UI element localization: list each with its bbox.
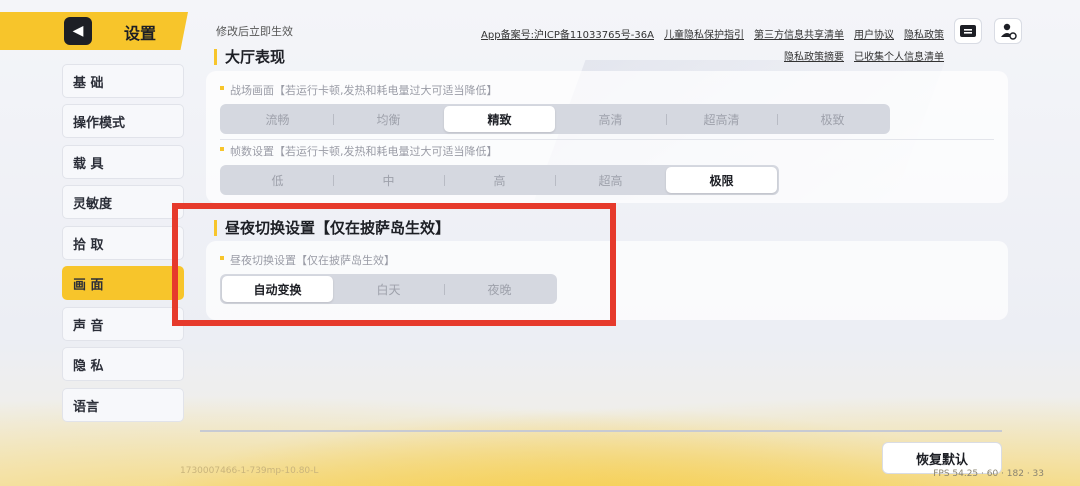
privacy-policy-link[interactable]: 隐私政策 (904, 26, 944, 41)
sidebar-item-privacy[interactable]: 隐 私 (62, 347, 184, 381)
sidebar-item-graphics[interactable]: 画 面 (62, 266, 184, 300)
sidebar-item-label: 拾 取 (73, 237, 104, 253)
apply-hint: 修改后立即生效 (216, 25, 293, 38)
fps-option-ultra[interactable]: 超高 (555, 167, 666, 193)
horizontal-scrollbar[interactable] (200, 430, 1002, 432)
fps-option-extreme[interactable]: 极限 (666, 167, 777, 193)
profile-settings-button[interactable] (994, 18, 1022, 44)
settings-header: ◀ 设置 (0, 12, 188, 50)
build-info: 1730007466-1-739mp-10.80-L (180, 466, 319, 476)
legal-links-row2: 隐私政策摘要 已收集个人信息清单 (784, 48, 944, 63)
sidebar-item-label: 隐 私 (73, 358, 104, 374)
lobby-section-title: 大厅表现 (214, 49, 285, 65)
fps-setting-label: 帧数设置【若运行卡顿,发热和耗电量过大可适当降低】 (220, 143, 498, 159)
sidebar-item-vehicle[interactable]: 载 具 (62, 145, 184, 179)
icp-link[interactable]: App备案号:沪ICP备11033765号-36A (481, 26, 654, 41)
battle-option-hd[interactable]: 高清 (555, 106, 666, 132)
collected-info-link[interactable]: 已收集个人信息清单 (854, 48, 944, 63)
battle-option-uhd[interactable]: 超高清 (666, 106, 777, 132)
sidebar-item-language[interactable]: 语言 (62, 388, 184, 422)
fps-readout: FPS 54.25 · 60 · 182 · 33 (933, 469, 1044, 479)
sidebar-item-label: 灵敏度 (73, 196, 113, 212)
sidebar-item-label: 载 具 (73, 156, 104, 172)
sidebar-item-label: 画 面 (73, 277, 104, 293)
fps-option-high[interactable]: 高 (444, 167, 555, 193)
battle-quality-selector: 流畅 均衡 精致 高清 超高清 极致 (220, 104, 890, 134)
sidebar-item-control-mode[interactable]: 操作模式 (62, 104, 184, 138)
sidebar-item-label: 语言 (73, 399, 100, 415)
panel-divider (220, 139, 994, 140)
battle-option-refined[interactable]: 精致 (444, 106, 555, 132)
sidebar-item-label: 基 础 (73, 75, 104, 91)
fps-option-low[interactable]: 低 (222, 167, 333, 193)
child-privacy-link[interactable]: 儿童隐私保护指引 (664, 26, 744, 41)
privacy-summary-link[interactable]: 隐私政策摘要 (784, 48, 844, 63)
sidebar-item-basic[interactable]: 基 础 (62, 64, 184, 98)
ticket-button[interactable] (954, 18, 982, 44)
sidebar-item-sound[interactable]: 声 音 (62, 307, 184, 341)
page-title: 设置 (124, 24, 157, 43)
sidebar-item-sensitivity[interactable]: 灵敏度 (62, 185, 184, 219)
profile-settings-icon (1001, 23, 1017, 40)
user-agreement-link[interactable]: 用户协议 (854, 26, 894, 41)
legal-links-row1: App备案号:沪ICP备11033765号-36A 儿童隐私保护指引 第三方信息… (481, 26, 944, 41)
battle-quality-label: 战场画面【若运行卡顿,发热和耗电量过大可适当降低】 (220, 82, 498, 98)
back-button[interactable]: ◀ (64, 17, 92, 45)
fps-option-medium[interactable]: 中 (333, 167, 444, 193)
sidebar-item-label: 操作模式 (73, 115, 126, 131)
ticket-icon (960, 25, 976, 37)
sidebar-item-pickup[interactable]: 拾 取 (62, 226, 184, 260)
battle-option-ultimate[interactable]: 极致 (777, 106, 888, 132)
highlight-annotation-box (172, 203, 616, 326)
battle-option-smooth[interactable]: 流畅 (222, 106, 333, 132)
sidebar-item-label: 声 音 (73, 318, 104, 334)
back-arrow-icon: ◀ (72, 23, 84, 39)
fps-selector: 低 中 高 超高 极限 (220, 165, 779, 195)
third-party-link[interactable]: 第三方信息共享清单 (754, 26, 844, 41)
battle-option-balanced[interactable]: 均衡 (333, 106, 444, 132)
